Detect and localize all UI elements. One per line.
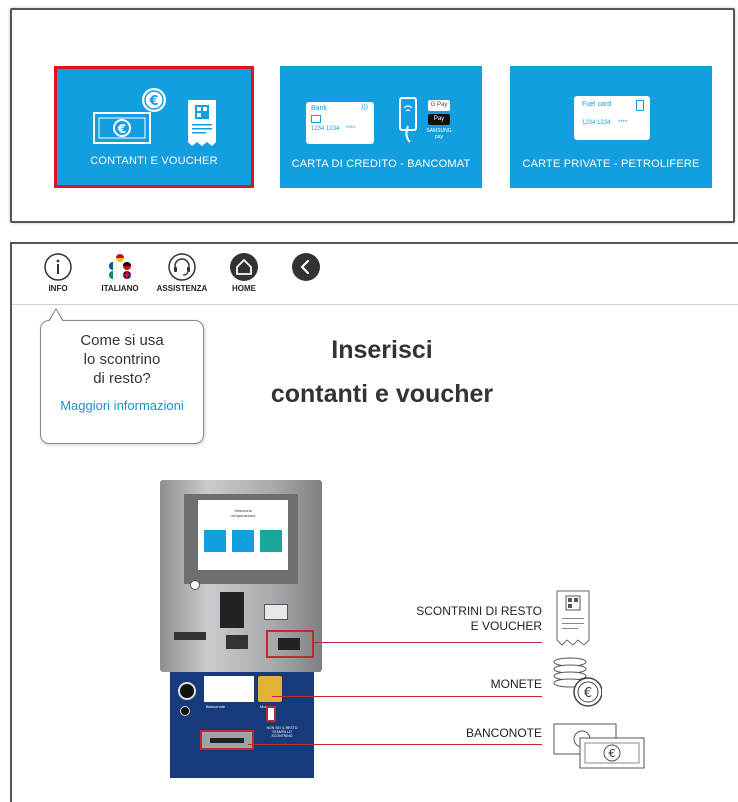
gpay-badge: G Pay xyxy=(428,100,450,111)
credit-card-icon: Bank ))) 1234 1234 **** xyxy=(306,102,374,144)
info-tooltip: Come si usa lo scontrino di resto? Maggi… xyxy=(40,320,204,444)
fuel-pump-icon xyxy=(636,100,644,111)
svg-text:€: € xyxy=(609,747,616,760)
info-label: INFO xyxy=(48,284,68,293)
kiosk-button xyxy=(178,682,196,700)
fuel-card-icon: Fuel card 1234 1234 **** xyxy=(574,96,650,140)
kiosk-illustration: Seleziona un'operazione Banconote Monete… xyxy=(160,480,322,780)
kiosk-screen-tile xyxy=(232,530,254,552)
back-icon xyxy=(292,253,320,281)
card-mask-text: **** xyxy=(346,126,356,132)
tooltip-question: Come si usa lo scontrino di resto? xyxy=(80,332,164,387)
kiosk-button-small xyxy=(180,706,190,716)
callout-receipts: SCONTRINI DI RESTO E VOUCHER xyxy=(416,604,542,633)
flags-icon xyxy=(108,254,131,280)
card-number-text: 1234 1234 xyxy=(311,126,340,132)
title-line-2: contanti e voucher xyxy=(270,380,494,408)
banknotes-panel-label: Banconote xyxy=(206,704,226,709)
samsung-pay-text: SAMSUNG pay xyxy=(426,128,452,140)
info-icon xyxy=(44,253,72,281)
coin-slot xyxy=(266,706,276,722)
coins-icon: € xyxy=(553,657,602,707)
banknote-slot xyxy=(200,730,254,750)
receipt-icon xyxy=(188,100,216,146)
receipt-icon xyxy=(556,590,590,646)
svg-text:€: € xyxy=(584,686,592,701)
kiosk-voucher-slot xyxy=(266,630,314,658)
callout-line-coins xyxy=(272,696,542,697)
kiosk-screen-title: Seleziona un'operazione xyxy=(230,508,256,518)
title-line-1: Inserisci xyxy=(331,336,433,364)
tile-credit-card[interactable]: Bank ))) 1234 1234 **** G Pay Pay SAMSUN… xyxy=(280,66,482,188)
fuel-card-text: Fuel card xyxy=(582,101,612,108)
kiosk-screen-tile xyxy=(260,530,282,552)
banknotes-panel xyxy=(204,676,254,702)
kiosk-screen: Seleziona un'operazione xyxy=(198,500,288,570)
tile-label: CARTE PRIVATE - PETROLIFERE xyxy=(522,158,700,170)
payment-method-panel: € € CONTANTI E VOUCHER Bank ))) 1234 123… xyxy=(10,8,735,223)
euro-coin-icon: € xyxy=(142,88,166,112)
kiosk-keypad-slot xyxy=(220,592,244,628)
kiosk-left-slot xyxy=(174,632,206,640)
svg-text:€: € xyxy=(148,94,158,109)
home-icon xyxy=(230,253,258,281)
callout-coins: MONETE xyxy=(490,677,542,691)
callout-line-receipts xyxy=(314,642,542,643)
more-info-link[interactable]: Maggiori informazioni xyxy=(41,398,203,413)
support-button[interactable]: ASSISTENZA xyxy=(152,252,212,293)
back-button[interactable] xyxy=(276,252,336,282)
callout-notes: BANCONOTE xyxy=(465,726,542,740)
instruction-panel: INFO ITALIANO ASSISTENZA HOME Come si us… xyxy=(10,242,738,802)
home-button[interactable]: HOME xyxy=(214,252,274,293)
kiosk-receipt-printer xyxy=(264,604,288,620)
phone-pay-icon xyxy=(399,97,417,143)
kiosk-screen-tile xyxy=(204,530,226,552)
lower-panel-note: NON SEI IL RESTO STAMPA LO SCONTRINO xyxy=(266,726,298,738)
toolbar: INFO ITALIANO ASSISTENZA HOME xyxy=(12,244,738,305)
kiosk-lower-panel: Banconote Monete NON SEI IL RESTO STAMPA… xyxy=(170,672,314,778)
headset-icon xyxy=(168,253,196,281)
support-label: ASSISTENZA xyxy=(156,284,208,293)
coins-panel xyxy=(258,676,282,702)
page-title: Inserisci contanti e voucher xyxy=(252,328,512,416)
callout-line-notes xyxy=(248,744,542,745)
chip-icon xyxy=(311,115,321,123)
apple-pay-badge: Pay xyxy=(428,114,450,125)
tile-private-fuel-cards[interactable]: Fuel card 1234 1234 **** CARTE PRIVATE -… xyxy=(510,66,712,188)
tile-label: CONTANTI E VOUCHER xyxy=(90,155,218,167)
tile-label: CARTA DI CREDITO - BANCOMAT xyxy=(291,158,471,170)
card-mask-text: **** xyxy=(618,120,628,126)
card-number-text: 1234 1234 xyxy=(582,120,611,126)
svg-text:€: € xyxy=(117,122,126,136)
info-button[interactable]: INFO xyxy=(28,252,88,293)
kiosk-mid-slot xyxy=(226,635,248,649)
home-label: HOME xyxy=(232,284,256,293)
card-bank-text: Bank xyxy=(311,105,327,112)
language-label: ITALIANO xyxy=(101,284,139,293)
banknotes-icon: € xyxy=(553,723,645,769)
language-button[interactable]: ITALIANO xyxy=(90,252,150,293)
kiosk-card-reader xyxy=(190,580,200,590)
tooltip-arrow-fill xyxy=(49,310,63,322)
contactless-icon: ))) xyxy=(361,104,368,111)
tile-cash-voucher[interactable]: € € CONTANTI E VOUCHER xyxy=(54,66,254,188)
